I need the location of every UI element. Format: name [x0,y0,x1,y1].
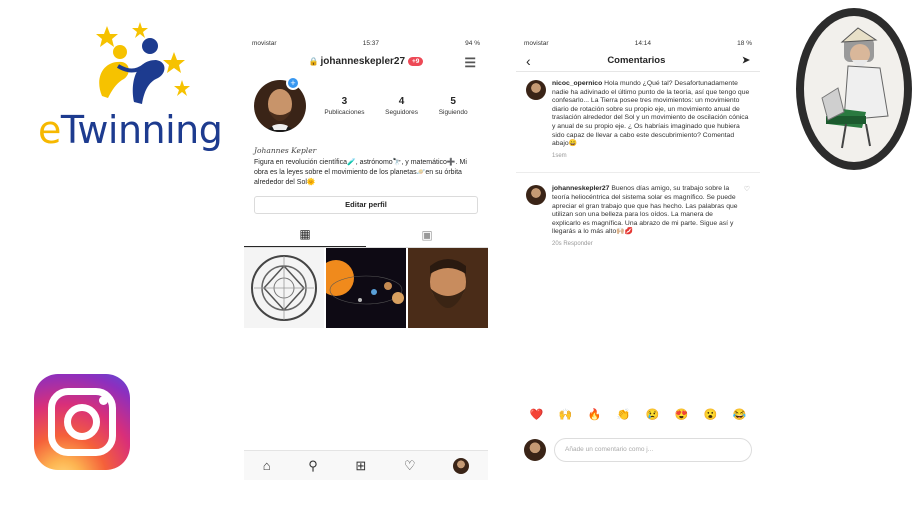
back-arrow-icon[interactable]: ‹ [526,53,531,69]
comment-username[interactable]: johanneskepler27 [552,185,609,192]
stat-posts[interactable]: 3 Publicaciones [324,96,364,116]
comment-input[interactable]: Añade un comentario como j... [554,438,752,462]
comment-text: Hola mundo ¿Qué tal? Desafortunadamente … [552,80,750,148]
emoji-heart[interactable]: ❤️ [530,408,544,421]
school-badge [796,8,912,170]
etwinning-figures-icon [96,22,190,104]
stat-followers[interactable]: 4 Seguidores [385,96,418,116]
emoji-raised-hands[interactable]: 🙌 [559,408,573,421]
post-thumbnail-portrait[interactable] [408,248,488,328]
comment-username[interactable]: nicoc_opernico [552,80,602,87]
profile-nav-avatar[interactable] [453,457,470,474]
bottom-nav: ⌂ ⚲ ⊞ ♡ [244,450,488,480]
add-story-icon[interactable]: + [286,76,300,90]
stat-following[interactable]: 5 Siguiendo [439,96,468,116]
search-icon[interactable]: ⚲ [308,458,318,474]
emoji-clap[interactable]: 👏 [617,408,631,421]
comment-item: johanneskepler27 Buenos días amigo, su t… [516,177,760,256]
profile-screen: movistar 15:37 94 % 🔒 johanneskepler27 +… [244,36,488,480]
battery-label: 94 % [465,39,480,47]
status-bar: movistar 14:14 18 % [516,36,760,50]
comments-title: Comentarios [607,55,666,66]
divider [516,172,760,174]
tagged-tab-icon[interactable]: ▣ [366,222,488,247]
commenter-avatar[interactable] [526,80,546,100]
emoji-laugh[interactable]: 😂 [733,408,747,421]
comment-item: nicoc_opernico Hola mundo ¿Qué tal? Desa… [516,72,760,168]
comment-meta: 20s Responder [552,240,593,247]
profile-bio: Johannes Kepler Figura en revolución cie… [244,136,488,188]
etwinning-logo: eTwinning [32,22,232,157]
profile-header: 🔒 johanneskepler27 +9 ☰ [244,50,488,72]
post-grid [244,248,488,328]
notification-badge: +9 [408,56,424,66]
commenter-avatar[interactable] [526,185,546,206]
comment-meta: 1sem [552,152,567,159]
comments-screen: movistar 14:14 18 % ‹ Comentarios ➤ nico… [516,36,760,480]
avatar-portrait [254,80,306,132]
grid-tab-icon[interactable]: ▦ [244,222,366,247]
emoji-sad[interactable]: 😢 [646,408,660,421]
profile-stats: 3 Publicaciones 4 Seguidores 5 Siguiendo [314,96,478,116]
emoji-wow[interactable]: 😮 [704,408,718,421]
send-icon[interactable]: ➤ [742,55,750,66]
comments-header: ‹ Comentarios ➤ [516,50,760,72]
post-thumbnail-solar-system[interactable] [326,248,406,328]
edit-profile-button[interactable]: Editar perfil [254,196,478,214]
clock: 15:37 [362,39,379,47]
comment-composer: Añade un comentario como j... [524,436,752,464]
like-comment-icon[interactable]: ♡ [744,185,750,248]
scholar-illustration [821,27,889,149]
display-name: Johannes Kepler [254,146,317,155]
status-bar: movistar 15:37 94 % [244,36,488,50]
battery-label: 18 % [737,39,752,47]
profile-username[interactable]: johanneskepler27 [321,56,405,67]
etwinning-wordmark: eTwinning [38,108,223,152]
emoji-heart-eyes[interactable]: 😍 [675,408,689,421]
heart-icon[interactable]: ♡ [404,458,416,474]
carrier-label: movistar [252,39,277,47]
carrier-label: movistar [524,39,549,47]
instagram-logo-icon [34,374,130,470]
emoji-reactions: ❤️ 🙌 🔥 👏 😢 😍 😮 😂 [516,408,760,421]
composer-avatar [524,439,546,461]
add-post-icon[interactable]: ⊞ [355,458,366,474]
home-icon[interactable]: ⌂ [263,458,271,473]
comment-text: Buenos días amigo, su trabajo sobre la t… [552,185,738,236]
menu-icon[interactable]: ☰ [464,55,476,71]
post-thumbnail-model[interactable] [244,248,324,328]
profile-tabs: ▦ ▣ [244,222,488,248]
bio-text: Figura en revolución científica🧪, astrón… [254,159,467,186]
profile-avatar[interactable] [254,80,306,132]
emoji-fire[interactable]: 🔥 [588,408,602,421]
clock: 14:14 [634,39,651,47]
lock-icon: 🔒 [308,56,319,66]
